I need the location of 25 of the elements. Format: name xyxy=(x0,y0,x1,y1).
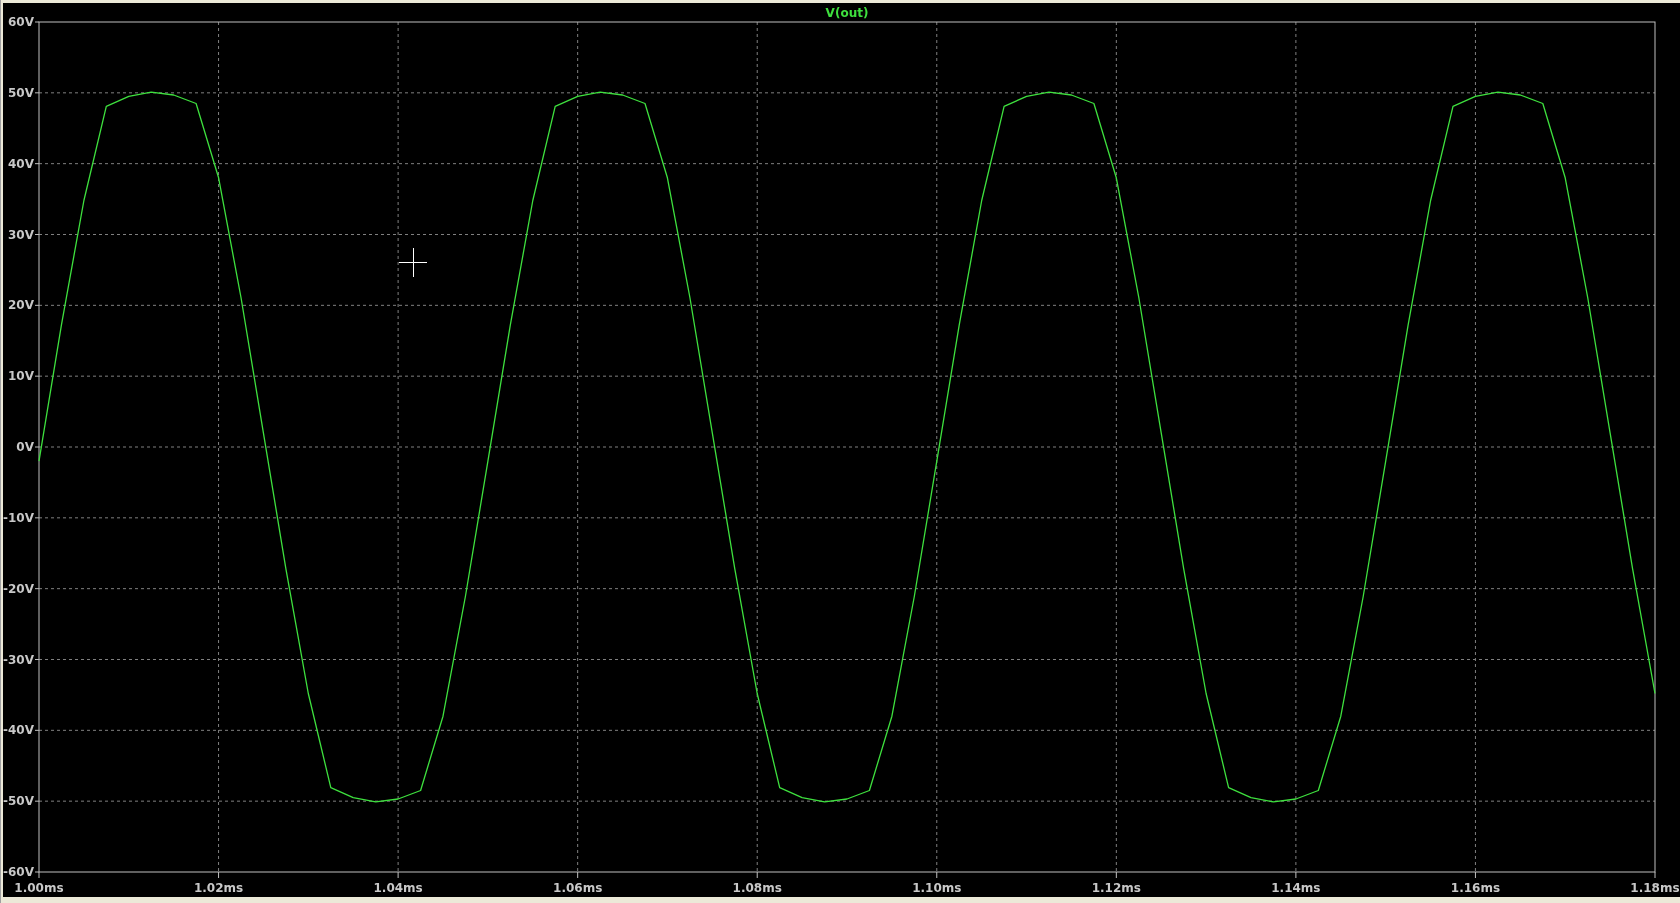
y-axis-label: 10V xyxy=(8,369,34,384)
y-axis-label: -20V xyxy=(3,581,34,596)
y-axis-label: -50V xyxy=(3,794,34,809)
trace-label[interactable]: V(out) xyxy=(825,6,869,20)
y-axis-label: 40V xyxy=(8,156,34,171)
x-axis-label: 1.10ms xyxy=(912,881,962,895)
x-axis-label: 1.08ms xyxy=(732,881,782,895)
x-axis-label: 1.02ms xyxy=(193,881,244,895)
y-axis-label: -40V xyxy=(3,723,34,738)
x-axis-label: 1.06ms xyxy=(553,881,603,895)
crosshair-cursor-icon xyxy=(398,247,428,278)
y-axis-label: -10V xyxy=(3,510,34,525)
y-axis-label: 20V xyxy=(8,298,34,313)
y-axis-label: 0V xyxy=(16,440,34,454)
x-axis-label: 1.00ms xyxy=(14,881,64,895)
x-axis-label: 1.12ms xyxy=(1091,881,1141,895)
x-axis-label: 1.04ms xyxy=(373,881,423,895)
y-axis-label: -30V xyxy=(3,652,34,667)
y-axis-label: 60V xyxy=(8,15,34,29)
x-axis-label: 1.18ms xyxy=(1630,881,1680,895)
y-axis-label: 30V xyxy=(8,227,34,242)
y-axis-label: -60V xyxy=(3,865,34,879)
y-axis-label: 50V xyxy=(8,85,34,100)
x-axis-label: 1.14ms xyxy=(1271,881,1321,895)
x-axis-label: 1.16ms xyxy=(1450,881,1501,895)
